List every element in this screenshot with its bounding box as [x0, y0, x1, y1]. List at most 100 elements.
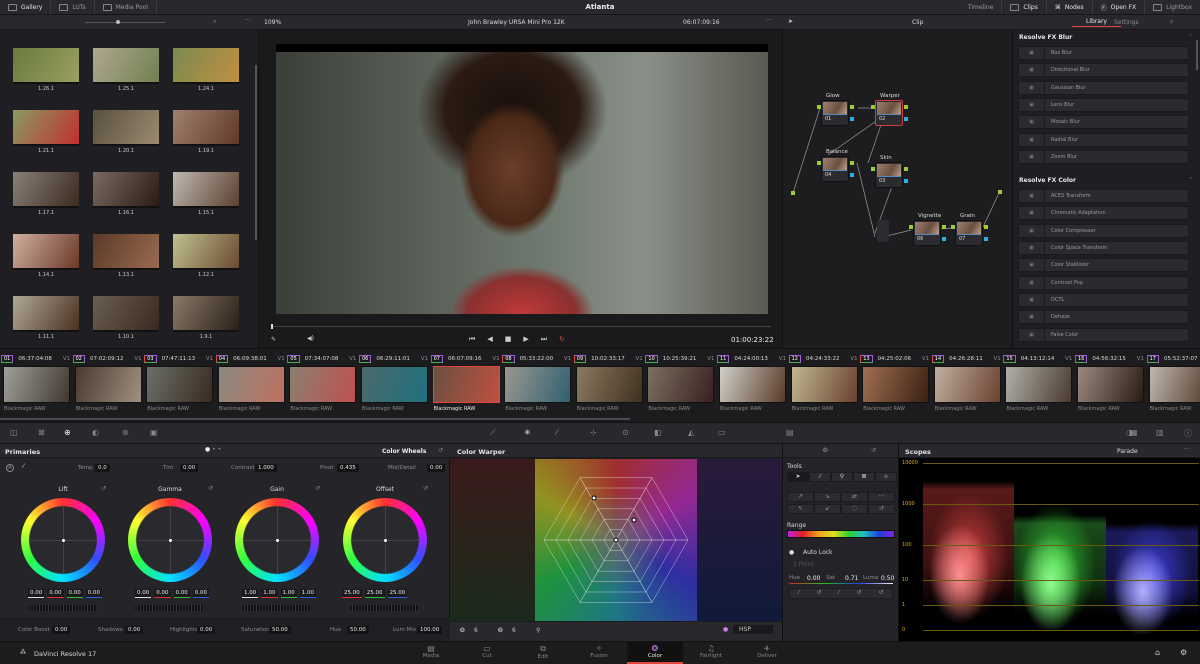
clip-thumbnail[interactable]: 16 04:56:32:15 V1 Blackmagic RAW [1075, 352, 1146, 418]
tool-button[interactable]: ⁄ [809, 472, 831, 482]
library-section-title[interactable]: Resolve FX Color [1019, 177, 1076, 184]
gallery-still[interactable] [93, 172, 159, 208]
node-rgb-output[interactable] [904, 105, 908, 109]
node-rgb-input[interactable] [817, 105, 821, 109]
clip-image[interactable] [361, 366, 428, 403]
points-dropdown[interactable]: 1 Point [793, 561, 814, 568]
clip-thumbnail[interactable]: 01 06:37:04:08 V1 Blackmagic RAW [1, 352, 72, 418]
hue-grid-icon[interactable]: ❂ [460, 627, 465, 634]
master-wheel[interactable] [242, 605, 312, 611]
hue-grid-dropdown[interactable]: 6 [474, 627, 478, 634]
node-skin[interactable]: 03 [875, 162, 903, 188]
fx-item[interactable]: ▣ Radial Blur [1018, 132, 1189, 147]
wheel-value[interactable]: 0.00 [135, 589, 152, 598]
node-rgb-input[interactable] [871, 105, 875, 109]
node-rgb-output[interactable] [942, 225, 946, 229]
first-frame-button[interactable]: ⏮ [469, 335, 475, 344]
page-tab-media[interactable]: ▤ Media [403, 641, 459, 664]
keyframes-icon[interactable]: ▦ [1130, 428, 1138, 437]
fx-item[interactable]: ▣ Dehaze [1018, 310, 1189, 325]
wheel-value[interactable]: 25.00 [387, 589, 408, 598]
clip-strip-scrollbar[interactable] [0, 418, 630, 420]
collapse-icon[interactable]: ˄ [1189, 177, 1192, 184]
color-space-dropdown[interactable]: HSP [733, 625, 773, 634]
volume-icon[interactable]: ◀) [307, 335, 314, 342]
mesh-tool-button[interactable]: ⇄ [841, 492, 868, 502]
stop-button[interactable]: ■ [505, 335, 512, 344]
hue-value[interactable]: 0.00 [807, 575, 820, 582]
viewer-image[interactable] [276, 52, 768, 314]
page-tab-fusion[interactable]: ✧ Fusion [571, 641, 627, 664]
fx-item[interactable]: ▣ Contrast Pop [1018, 275, 1189, 290]
clip-image[interactable] [862, 366, 930, 403]
search-icon[interactable]: ⌕ [213, 18, 216, 26]
clip-image[interactable] [1005, 366, 1073, 403]
clip-thumbnail[interactable]: 05 07:34:07:08 V1 Blackmagic RAW [287, 352, 358, 418]
fx-item[interactable]: ▣ Directional Blur [1018, 63, 1189, 78]
eyedropper-icon[interactable]: ✎ [271, 336, 276, 343]
color-wheel-gamma[interactable] [128, 498, 212, 582]
wheel-value[interactable]: 0.00 [85, 589, 102, 598]
reset-icon[interactable]: ↺ [208, 485, 213, 492]
collapse-icon[interactable]: ˄ [1189, 34, 1192, 41]
node-vignette[interactable]: 06 [913, 220, 941, 246]
gallery-still[interactable] [13, 296, 79, 332]
info-icon[interactable]: ⓘ [1184, 428, 1192, 439]
tool-button[interactable]: ➤ [787, 472, 809, 482]
wheel-value[interactable]: 1.00 [299, 589, 316, 598]
fx-item[interactable]: ▣ Zoom Blur [1018, 149, 1189, 164]
library-scrollbar[interactable] [1196, 40, 1198, 70]
key-icon[interactable]: ▭ [718, 428, 726, 437]
tab-nodes[interactable]: ⌘ Nodes [1047, 0, 1093, 14]
more-icon[interactable]: ··· [766, 17, 772, 24]
clip-thumbnail[interactable]: 06 06:29:11:01 V1 Blackmagic RAW [359, 352, 430, 418]
color-wheel-lift[interactable] [21, 498, 105, 582]
clip-thumbnail[interactable]: 1705:52:37:07V1Blackmagic RAW [1146, 352, 1200, 418]
color-match-icon[interactable]: ⊠ [38, 428, 45, 437]
clip-image[interactable] [575, 366, 643, 403]
reset-icon[interactable]: ↺ [871, 447, 876, 454]
page-tab-deliver[interactable]: ✈ Deliver [739, 641, 795, 664]
clip-thumbnail[interactable]: 07 06:07:09:16 V1 Blackmagic RAW [430, 352, 502, 418]
clip-thumbnail[interactable]: 03 07:47:11:13 V1 Blackmagic RAW [144, 352, 215, 418]
clip-thumbnail[interactable]: 12 04:24:33:22 V1 Blackmagic RAW [788, 352, 860, 418]
clip-image[interactable] [1148, 366, 1200, 403]
adjust-value[interactable]: 0.00 [180, 464, 199, 472]
adjust-value[interactable]: 0.00 [427, 464, 446, 472]
fx-item[interactable]: ▣ Mosaic Blur [1018, 115, 1189, 130]
color-warper-icon[interactable]: ✳ [524, 428, 531, 437]
thumb-size-slider[interactable] [85, 22, 165, 23]
fx-item[interactable]: ▣ Box Blur [1018, 46, 1189, 60]
tool-button[interactable]: ⊹ [875, 472, 897, 482]
gallery-still[interactable] [93, 48, 159, 84]
mesh-tool-button[interactable]: ↗ [787, 492, 814, 502]
gallery-still[interactable] [173, 110, 239, 146]
page-tab-fairlight[interactable]: ♫ Fairlight [683, 641, 739, 664]
node-key-output[interactable] [850, 117, 854, 121]
mode-dropdown[interactable]: Color Wheels [382, 448, 426, 455]
node-rgb-output[interactable] [850, 161, 854, 165]
sizing-icon[interactable]: ▤ [786, 428, 794, 437]
gallery-still[interactable] [93, 234, 159, 270]
clip-image[interactable] [3, 366, 70, 403]
adjust-value[interactable]: 0.00 [197, 626, 216, 634]
clip-image[interactable] [217, 366, 285, 403]
node-rgb-output[interactable] [904, 167, 908, 171]
slider-handle[interactable] [116, 20, 120, 24]
last-frame-button[interactable]: ⏭ [541, 335, 547, 344]
reverse-button[interactable]: ◀ [487, 335, 492, 344]
node-key-output[interactable] [850, 173, 854, 177]
fx-item[interactable]: ▣ ACES Transform [1018, 189, 1189, 204]
clip-thumbnail[interactable]: 11 04:24:00:13 V1 Blackmagic RAW [717, 352, 788, 418]
master-wheel[interactable] [135, 605, 205, 611]
clip-image[interactable] [719, 366, 786, 403]
sat-value[interactable]: 0.71 [845, 575, 858, 582]
gallery-scrollbar[interactable] [255, 65, 257, 240]
more-icon[interactable]: ··· [1184, 446, 1190, 453]
node-rgb-input[interactable] [871, 167, 875, 171]
wheel-value[interactable]: 1.00 [280, 589, 297, 598]
mesh-tool-button[interactable]: ↺ [868, 504, 895, 514]
master-wheel[interactable] [28, 605, 98, 611]
gallery-still[interactable] [93, 296, 159, 332]
pointer-icon[interactable]: ➤ [788, 18, 793, 25]
